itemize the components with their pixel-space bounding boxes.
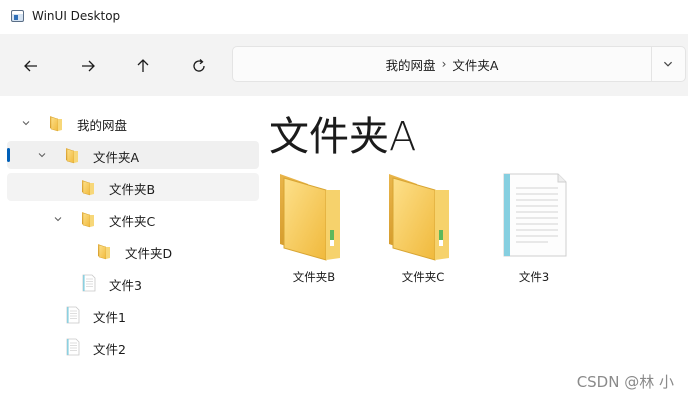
address-divider — [651, 47, 652, 81]
tree-item-label: 文件3 — [109, 278, 142, 293]
grid-item-label: 文件3 — [518, 270, 550, 284]
breadcrumb: 我的网盘 › 文件夹A — [233, 47, 651, 81]
grid-item-file-3[interactable]: 文件3 — [484, 170, 584, 290]
folder-icon — [377, 170, 469, 262]
up-button[interactable] — [129, 52, 157, 80]
tree-item-folder-d[interactable]: 文件夹D — [7, 237, 259, 265]
document-icon — [64, 306, 81, 324]
arrow-left-icon — [24, 60, 37, 72]
document-icon — [80, 274, 97, 292]
tree-item-file-3[interactable]: 文件3 — [7, 269, 259, 297]
tree-item-folder-c[interactable]: 文件夹C — [7, 205, 259, 233]
tree-item-file-1[interactable]: 文件1 — [7, 301, 259, 329]
tree-item-label: 文件2 — [93, 342, 126, 357]
arrow-right-icon — [82, 60, 95, 72]
toolbar: 我的网盘 › 文件夹A — [0, 34, 688, 96]
breadcrumb-item-current[interactable]: 文件夹A — [452, 55, 498, 74]
tree-item-label: 文件夹D — [125, 246, 173, 261]
document-icon — [488, 170, 580, 262]
breadcrumb-separator: › — [441, 57, 447, 71]
grid-item-folder-c[interactable]: 文件夹C — [373, 170, 473, 290]
tree-item-file-2[interactable]: 文件2 — [7, 333, 259, 361]
selection-indicator — [7, 148, 10, 162]
tree-item-label: 文件夹A — [93, 150, 140, 165]
folder-icon — [96, 242, 113, 260]
app-window-icon — [11, 10, 24, 22]
window-title: WinUI Desktop — [32, 9, 121, 23]
tree-item-folder-a[interactable]: 文件夹A — [7, 141, 259, 169]
forward-button[interactable] — [74, 52, 102, 80]
refresh-button[interactable] — [185, 52, 213, 80]
folder-icon — [268, 170, 360, 262]
watermark: CSDN @林 小 — [576, 373, 674, 391]
chevron-down-icon — [663, 61, 673, 67]
tree-item-root[interactable]: 我的网盘 — [7, 109, 259, 137]
back-button[interactable] — [17, 52, 45, 80]
tree-item-folder-b[interactable]: 文件夹B — [7, 173, 259, 201]
title-bar: WinUI Desktop — [0, 0, 688, 34]
folder-icon — [80, 210, 97, 228]
document-icon — [64, 338, 81, 356]
chevron-down-icon[interactable] — [53, 214, 63, 224]
chevron-down-icon[interactable] — [37, 150, 47, 160]
folder-icon — [48, 114, 65, 132]
folder-icon — [64, 146, 81, 164]
grid-item-label: 文件夹C — [401, 270, 445, 284]
folder-tree: 我的网盘 文件夹A 文件夹B 文件夹C 文件夹D 文件3 文件1 文件2 — [0, 96, 262, 402]
page-title: 文件夹A — [269, 114, 417, 160]
grid-item-folder-b[interactable]: 文件夹B — [264, 170, 364, 290]
breadcrumb-item-root[interactable]: 我的网盘 — [386, 55, 436, 74]
tree-item-label: 我的网盘 — [77, 118, 128, 133]
folder-icon — [80, 178, 97, 196]
refresh-icon — [193, 59, 205, 72]
address-bar[interactable]: 我的网盘 › 文件夹A — [232, 46, 686, 82]
tree-item-label: 文件夹C — [109, 214, 156, 229]
tree-item-label: 文件夹B — [109, 182, 156, 197]
tree-item-label: 文件1 — [93, 310, 126, 325]
grid-item-label: 文件夹B — [292, 270, 336, 284]
address-dropdown-button[interactable] — [655, 56, 681, 72]
chevron-down-icon[interactable] — [21, 118, 31, 128]
arrow-up-icon — [137, 59, 149, 72]
